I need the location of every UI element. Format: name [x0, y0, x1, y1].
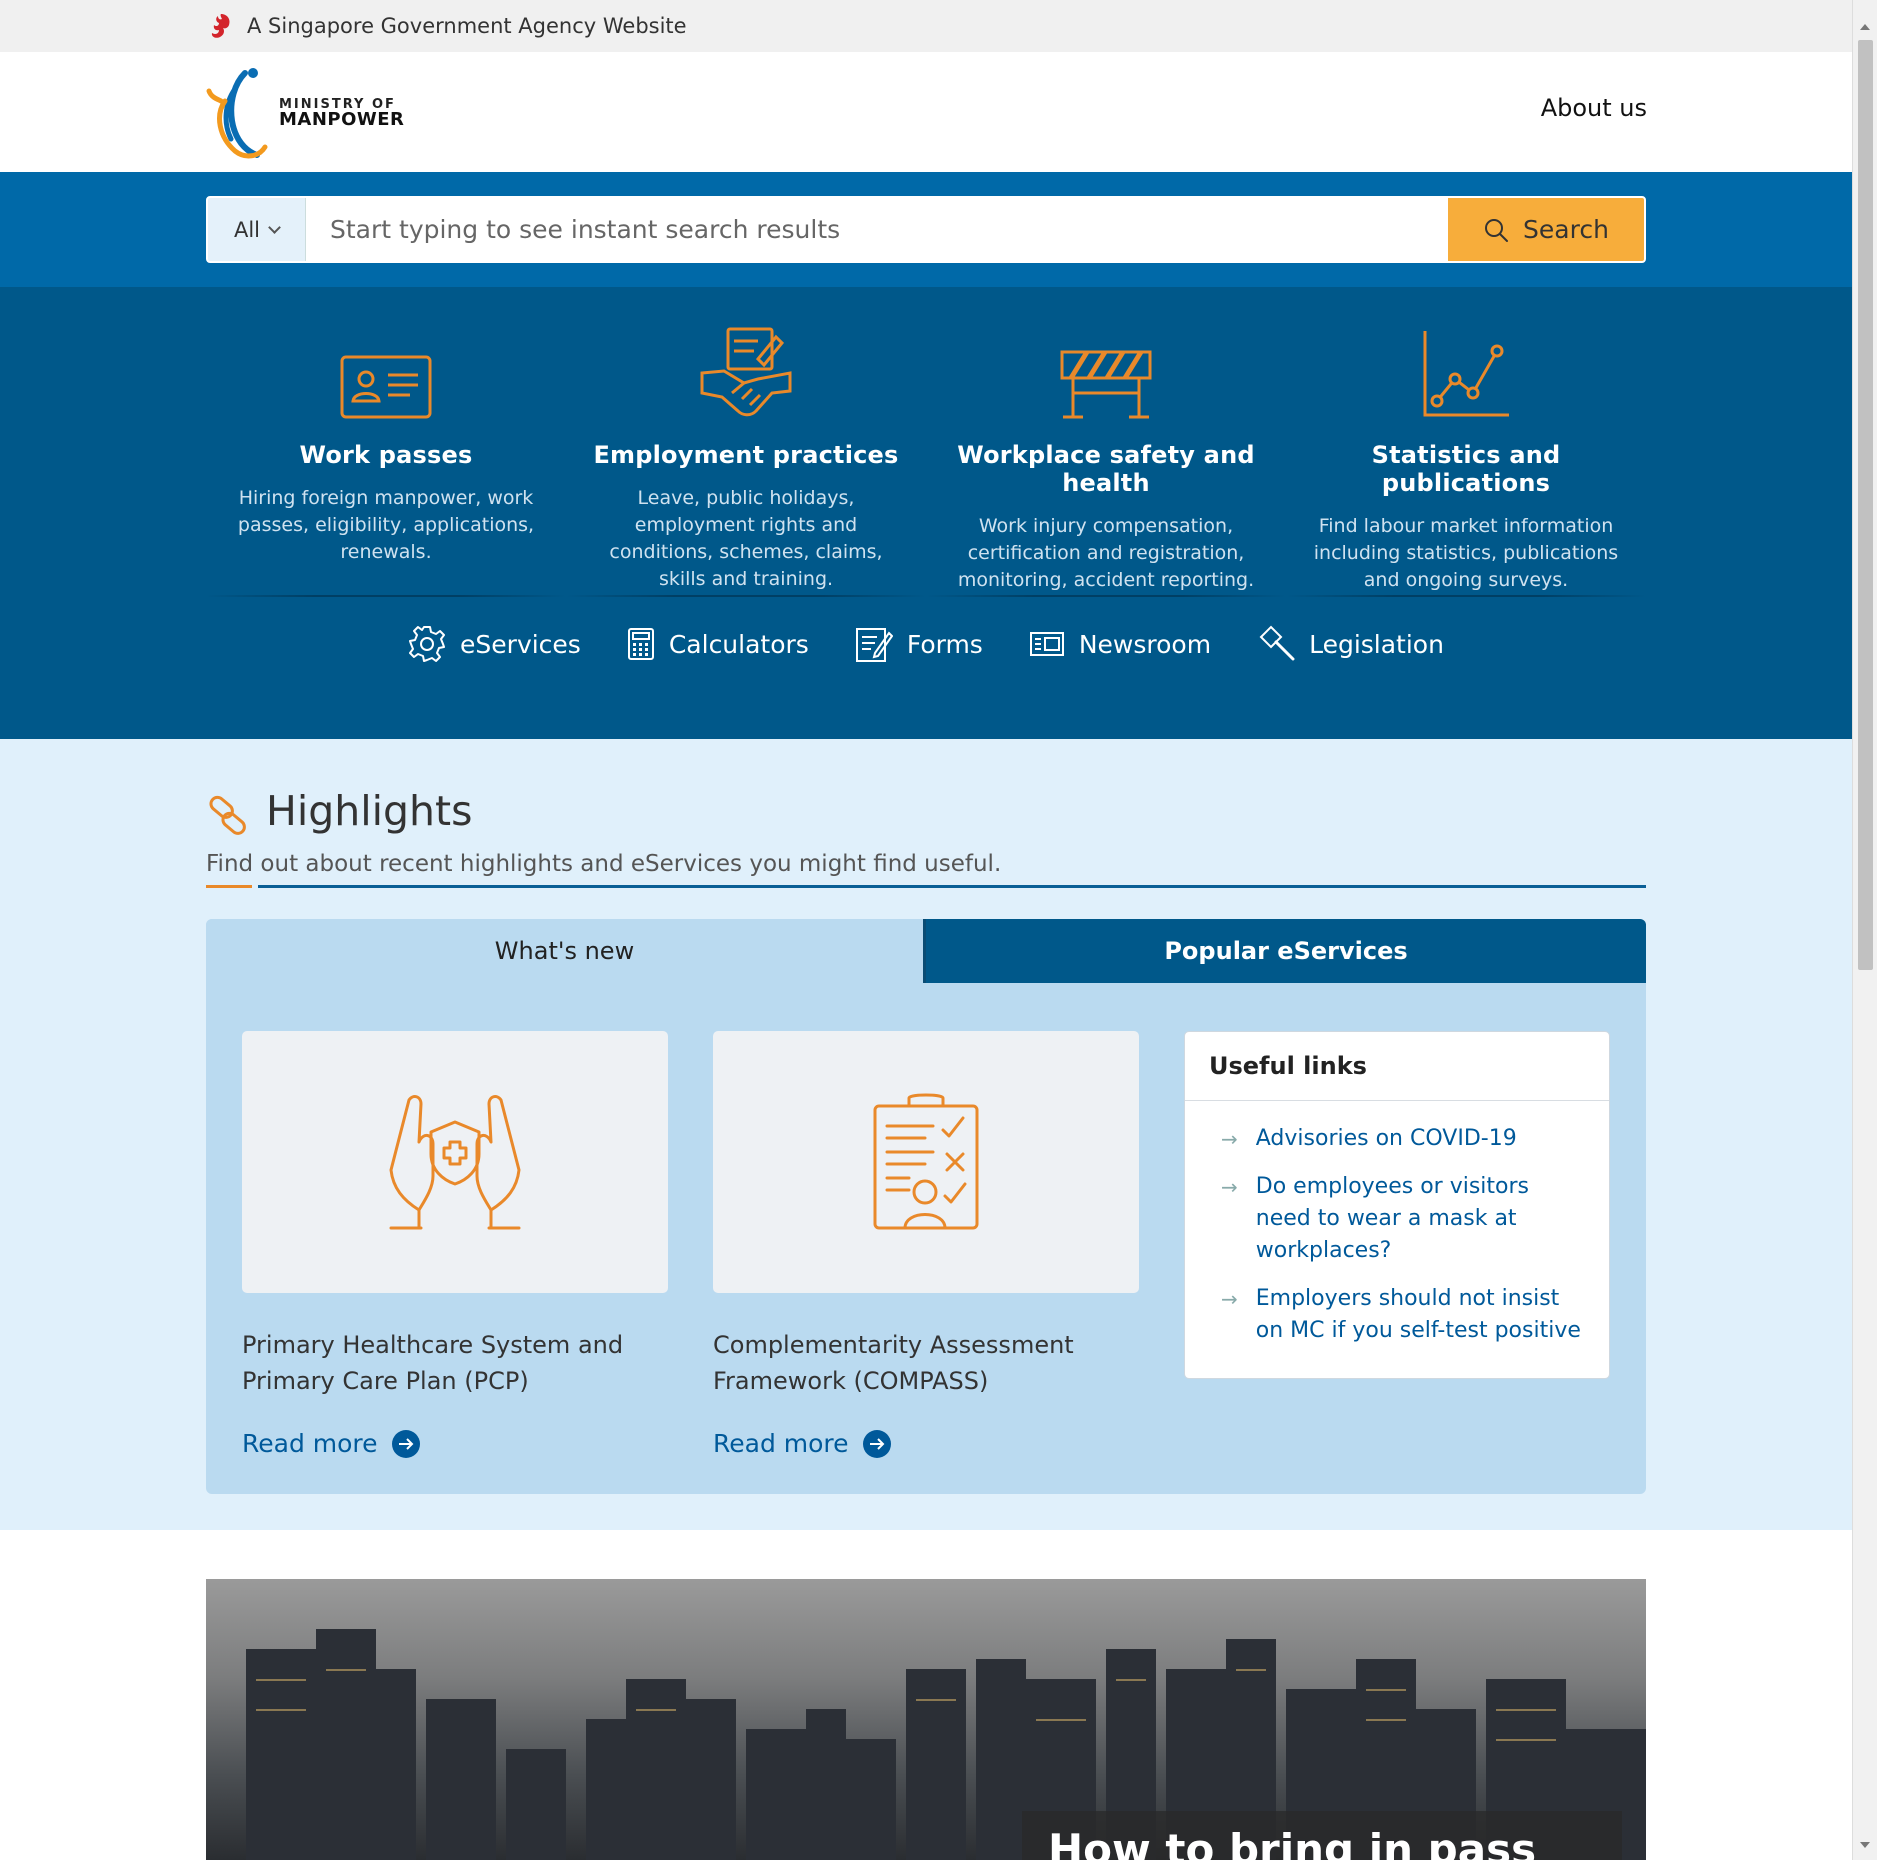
- highlights-header: Highlights: [206, 787, 1646, 888]
- card-title: Primary Healthcare System and Primary Ca…: [242, 1331, 624, 1395]
- category-desc: Hiring foreign manpower, work passes, el…: [237, 487, 535, 563]
- card-title: Complementarity Assessment Framework (CO…: [713, 1331, 1074, 1395]
- quick-links: eServices Calculators Forms Newsroom Leg…: [0, 625, 1877, 663]
- quick-link-forms[interactable]: Forms: [855, 625, 983, 663]
- highlights-title: Highlights: [266, 787, 473, 835]
- title-underline: [258, 885, 1646, 888]
- category-divider: [206, 595, 1646, 597]
- chevron-down-icon: [268, 220, 281, 234]
- hero-caption: How to bring in pass: [1048, 1825, 1537, 1860]
- logo-line2: MANPOWER: [279, 109, 405, 131]
- category-desc: Work injury compensation, certification …: [957, 515, 1255, 591]
- tab-popular-eservices[interactable]: Popular eServices: [926, 919, 1646, 983]
- read-more-label: Read more: [242, 1429, 378, 1458]
- arrow-right-icon: →: [1221, 1175, 1238, 1199]
- quick-link-label: Forms: [906, 629, 983, 659]
- category-band: Work passes Hiring foreign manpower, wor…: [0, 287, 1877, 739]
- site-header: MINISTRY OF MANPOWER About us: [0, 52, 1877, 172]
- handshake-icon: [700, 327, 792, 417]
- scrollbar-thumb[interactable]: [1858, 40, 1873, 970]
- category-desc: Leave, public holidays, employment right…: [609, 487, 883, 590]
- read-more-link[interactable]: Read more: [713, 1429, 891, 1458]
- useful-link[interactable]: Do employees or visitors need to wear a …: [1256, 1171, 1585, 1267]
- page-scrollbar[interactable]: [1852, 0, 1877, 1860]
- useful-links-title: Useful links: [1185, 1032, 1609, 1101]
- highlights-panel: What's new Popular eServices Primary Hea…: [206, 919, 1646, 1494]
- search-button-label: Search: [1523, 215, 1609, 244]
- newspaper-icon: [1029, 632, 1064, 656]
- barrier-icon: [1060, 350, 1152, 419]
- useful-links-box: Useful links → Advisories on COVID-19 → …: [1184, 1031, 1610, 1379]
- category-desc: Find labour market information including…: [1313, 515, 1619, 591]
- mom-logo-icon: [206, 68, 268, 159]
- search-band: All Search: [0, 172, 1877, 287]
- search-icon: [1485, 218, 1509, 242]
- lion-head-icon: [211, 14, 230, 38]
- highlights-section: Highlights Find out about recent highlig…: [0, 739, 1877, 1530]
- quick-link-legislation[interactable]: Legislation: [1257, 625, 1444, 663]
- category-title: Work passes: [299, 441, 473, 469]
- highlights-subtitle: Find out about recent highlights and eSe…: [206, 851, 1002, 877]
- clipboard-checklist-icon: [873, 1093, 979, 1230]
- list-item: → Do employees or visitors need to wear …: [1221, 1171, 1585, 1267]
- search-scope-value: All: [233, 217, 261, 242]
- tab-whats-new[interactable]: What's new: [206, 919, 926, 983]
- form-icon: [855, 628, 893, 662]
- category-title: Workplace safety and health: [957, 441, 1255, 497]
- gear-icon: [409, 626, 446, 662]
- hands-shield-icon: [389, 1095, 521, 1230]
- category-statistics[interactable]: Statistics and publications Find labour …: [1286, 287, 1646, 594]
- category-list: Work passes Hiring foreign manpower, wor…: [206, 287, 1646, 594]
- id-card-icon: [340, 355, 432, 419]
- scroll-up-icon[interactable]: [1860, 24, 1870, 30]
- useful-link[interactable]: Advisories on COVID-19: [1256, 1123, 1517, 1155]
- search-input[interactable]: [306, 198, 1448, 261]
- highlight-card-compass[interactable]: Complementarity Assessment Framework (CO…: [713, 1031, 1139, 1458]
- highlight-card-pcp[interactable]: Primary Healthcare System and Primary Ca…: [242, 1031, 668, 1458]
- mom-logo[interactable]: MINISTRY OF MANPOWER: [205, 67, 404, 161]
- useful-link[interactable]: Employers should not insist on MC if you…: [1256, 1283, 1585, 1347]
- gov-banner: A Singapore Government Agency Website: [0, 0, 1877, 52]
- search-box: All Search: [206, 196, 1646, 263]
- list-item: → Advisories on COVID-19: [1221, 1123, 1585, 1155]
- list-item: → Employers should not insist on MC if y…: [1221, 1283, 1585, 1347]
- arrow-right-icon: →: [1221, 1127, 1238, 1151]
- scroll-down-icon[interactable]: [1860, 1842, 1870, 1848]
- quick-link-eservices[interactable]: eServices: [408, 625, 581, 663]
- hero-caption-box: How to bring in pass: [1022, 1811, 1622, 1860]
- quick-link-label: eServices: [460, 629, 581, 659]
- gavel-icon: [1259, 625, 1295, 661]
- category-workplace-safety[interactable]: Workplace safety and health Work injury …: [926, 287, 1286, 594]
- highlights-tabs: What's new Popular eServices: [206, 919, 1646, 983]
- card-image: [242, 1031, 668, 1293]
- search-button[interactable]: Search: [1448, 198, 1644, 261]
- hero-banner[interactable]: How to bring in pass: [206, 1579, 1646, 1860]
- arrow-right-circle-icon: [391, 1429, 420, 1458]
- quick-link-calculators[interactable]: Calculators: [627, 625, 809, 663]
- search-scope-dropdown[interactable]: All: [208, 198, 306, 261]
- title-underline-accent: [206, 885, 252, 888]
- calculator-icon: [627, 628, 654, 660]
- category-employment-practices[interactable]: Employment practices Leave, public holid…: [566, 287, 926, 594]
- quick-link-newsroom[interactable]: Newsroom: [1029, 625, 1211, 663]
- category-work-passes[interactable]: Work passes Hiring foreign manpower, wor…: [206, 287, 566, 594]
- category-title: Statistics and publications: [1371, 441, 1561, 497]
- quick-link-label: Legislation: [1309, 629, 1444, 659]
- quick-link-label: Newsroom: [1078, 629, 1212, 659]
- useful-links-list: → Advisories on COVID-19 → Do employees …: [1185, 1101, 1609, 1347]
- arrow-right-circle-icon: [862, 1429, 891, 1458]
- about-us-link[interactable]: About us: [1541, 94, 1647, 122]
- logo-text: MINISTRY OF MANPOWER: [279, 98, 404, 131]
- chain-link-icon: [209, 795, 246, 835]
- read-more-label: Read more: [713, 1429, 849, 1458]
- read-more-link[interactable]: Read more: [242, 1429, 420, 1458]
- card-image: [713, 1031, 1139, 1293]
- quick-link-label: Calculators: [668, 629, 809, 659]
- line-chart-icon: [1423, 331, 1509, 417]
- gov-banner-text: A Singapore Government Agency Website: [247, 14, 687, 38]
- category-title: Employment practices: [593, 441, 899, 469]
- arrow-right-icon: →: [1221, 1287, 1238, 1311]
